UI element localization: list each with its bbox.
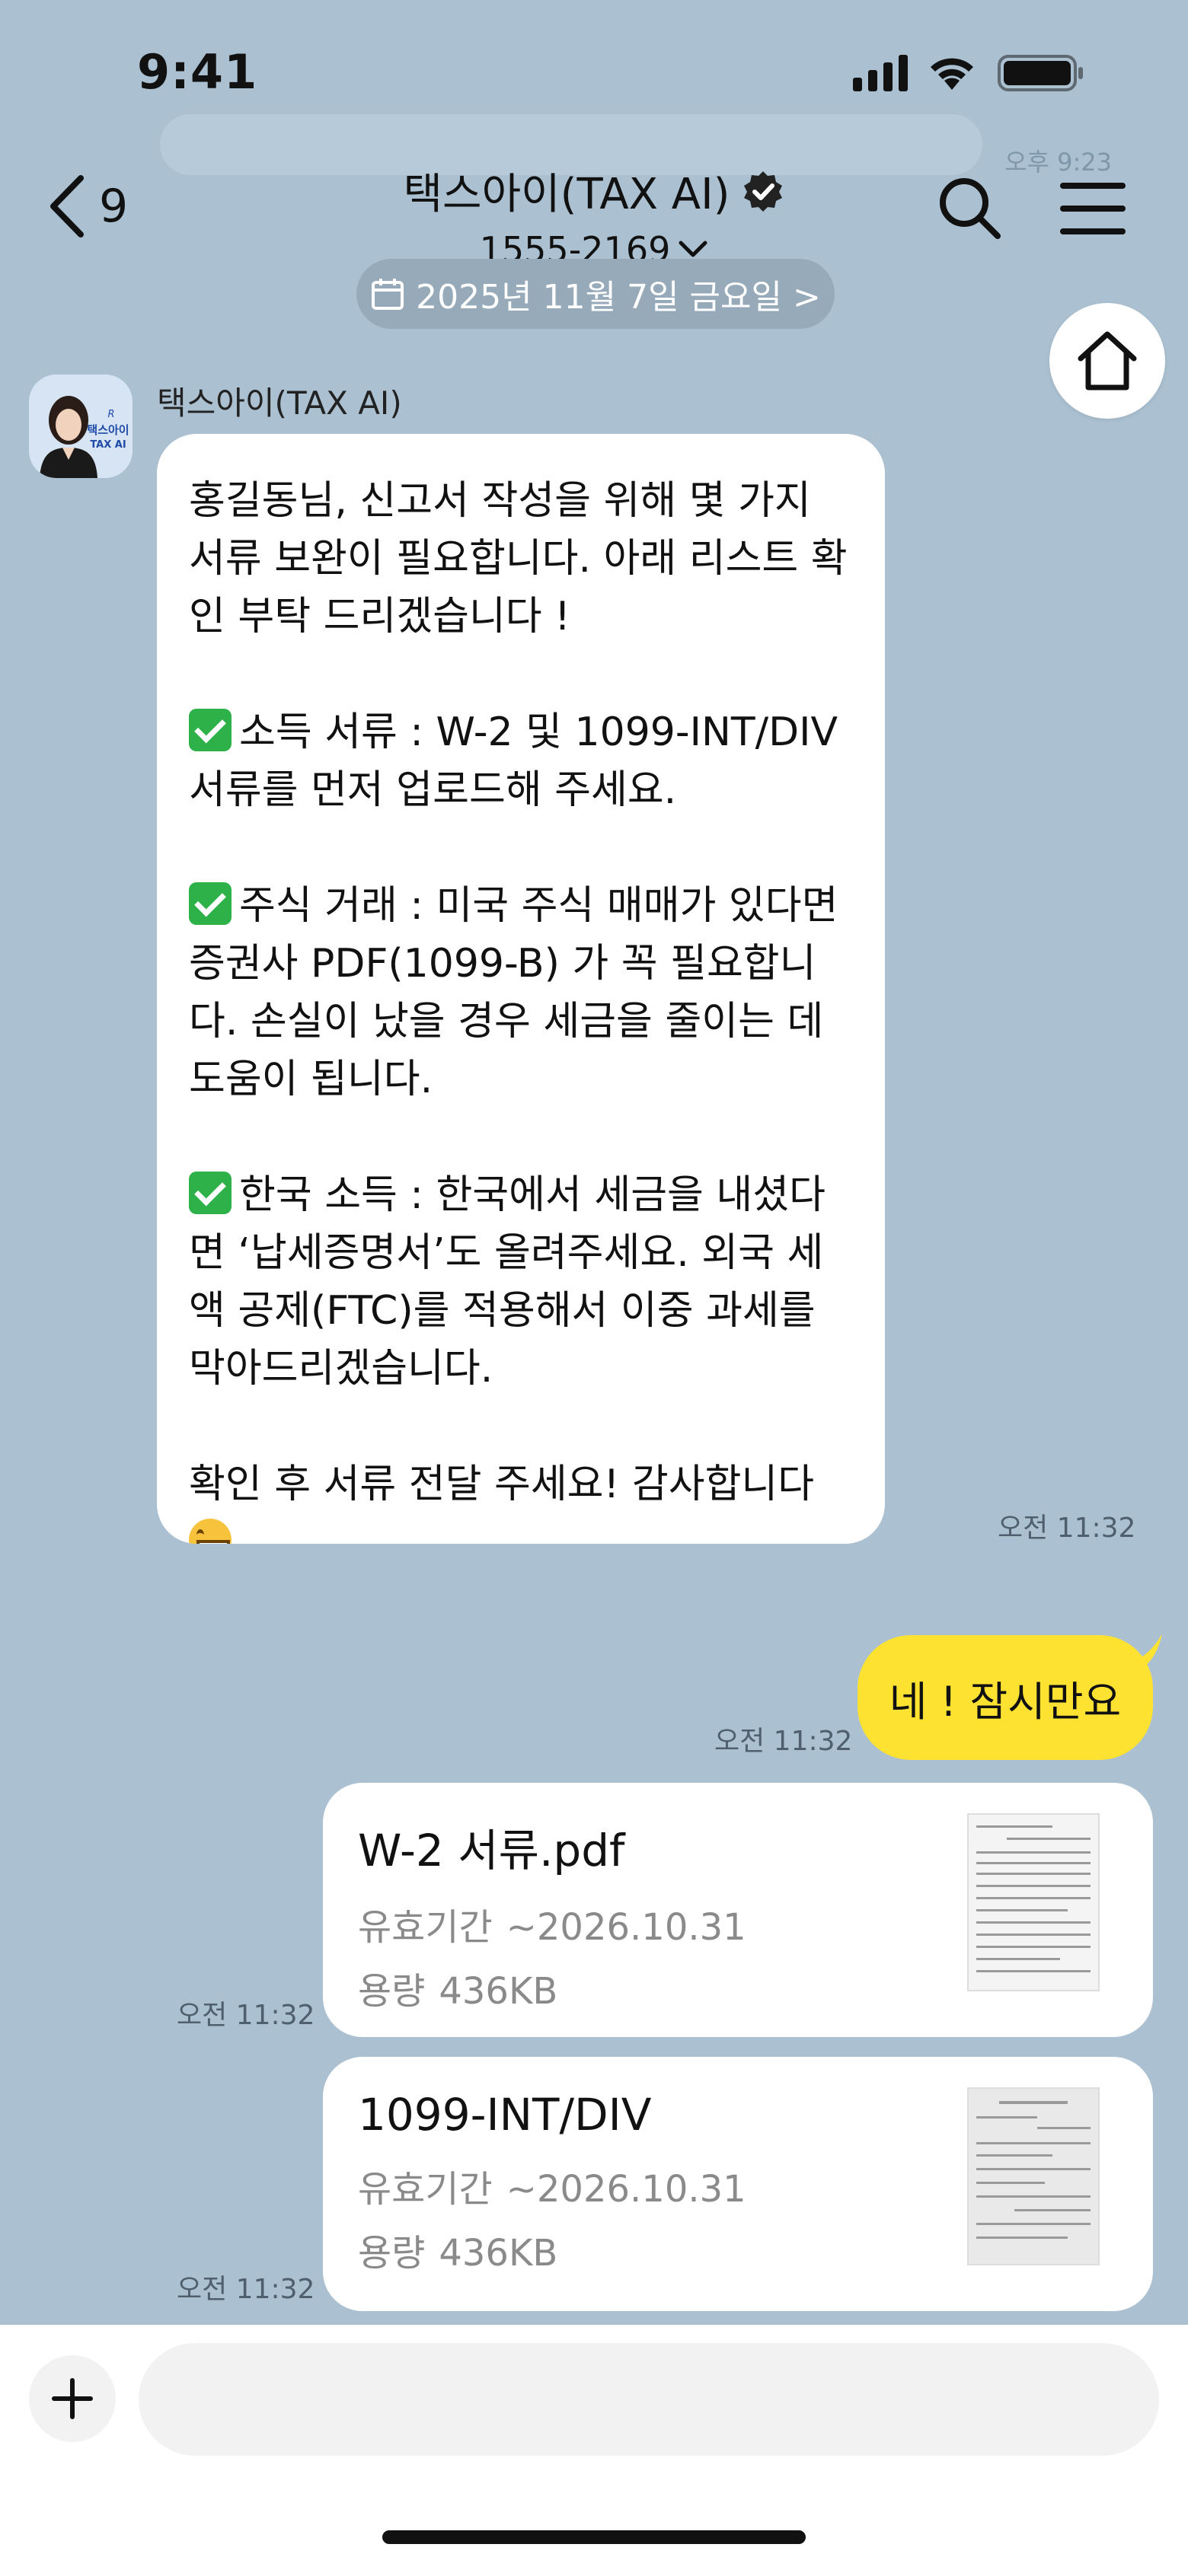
chat-title[interactable]: 택스아이(TAX AI) [404,160,785,222]
file-card[interactable]: W-2 서류.pdf 유효기간 ~2026.10.31 용량 436KB [323,1783,1153,2037]
bot-message-bubble: 홍길동님, 신고서 작성을 위해 몇 가지 서류 보완이 필요합니다. 아래 리… [157,434,885,1544]
file-expiry-label: 유효기간 [358,1906,493,1949]
avatar[interactable]: R 택스아이 TAX AI [29,375,133,478]
file-message-time: 오전 11:32 [177,2000,315,2031]
file-expiry-value: ~2026.10.31 [506,2168,746,2211]
user-message-text: 네 ! 잠시만요 [889,1677,1122,1726]
message-item-income: 소득 서류 : W-2 및 1099-INT/DIV 서류를 먼저 업로드해 주… [189,709,851,813]
file-size-label: 용량 [358,2232,426,2275]
search-button[interactable] [935,174,1005,247]
signal-icon [853,55,908,91]
chat-header: 택스아이(TAX AI) 1555-2169 [0,160,1188,270]
search-icon [940,178,1001,239]
home-button[interactable] [1049,303,1165,419]
menu-button[interactable] [1059,180,1127,241]
calendar-icon [372,279,404,310]
message-item-stock: 주식 거래 : 미국 주식 매매가 있다면 증권사 PDF(1099-B) 가 … [189,883,851,1102]
message-intro: 홍길동님, 신고서 작성을 위해 몇 가지 서류 보완이 필요합니다. 아래 리… [189,478,848,639]
svg-text:택스아이: 택스아이 [87,423,129,437]
sender-name: 택스아이(TAX AI) [157,384,402,422]
wifi-icon [931,58,973,90]
status-icons [853,52,1127,100]
status-time: 9:41 [137,44,258,100]
chevron-down-icon [679,241,707,257]
message-item-korea: 한국 소득 : 한국에서 세금을 내셨다면 ‘납세증명서’도 올려주세요. 외국… [189,1172,829,1392]
file-size-value: 436KB [439,1970,558,2013]
grinning-emoji-icon [189,1519,232,1544]
home-indicator [382,2530,806,2544]
file-size-label: 용량 [358,1970,426,2013]
message-outro: 확인 후 서류 전달 주세요! 감사합니다 [189,1462,815,1507]
file-expiry-label: 유효기간 [358,2168,493,2211]
message-input[interactable] [139,2343,1159,2456]
attach-button[interactable] [29,2355,116,2442]
plus-icon [52,2378,93,2419]
svg-text:R: R [107,409,114,420]
bot-message-time: 오전 11:32 [998,1513,1136,1544]
date-text: 2025년 11월 7일 금요일 > [416,278,821,317]
home-icon [1078,331,1137,391]
check-mark-icon [189,882,232,925]
battery-icon [998,55,1083,91]
file-thumbnail [967,1813,1100,1991]
hamburger-menu-icon [1060,183,1126,234]
file-expiry-value: ~2026.10.31 [506,1906,746,1949]
user-message-time: 오전 11:32 [714,1726,853,1757]
verified-badge-icon [744,171,783,212]
check-mark-icon [189,709,232,751]
file-message-time: 오전 11:32 [177,2274,315,2305]
chat-title-text: 택스아이(TAX AI) [403,170,730,219]
file-size-value: 436KB [439,2232,558,2275]
date-divider: 2025년 11월 7일 금요일 > [356,259,835,329]
file-thumbnail [967,2087,1100,2265]
user-message-bubble: 네 ! 잠시만요 [857,1635,1153,1760]
check-mark-icon [189,1172,232,1214]
file-card[interactable]: 1099-INT/DIV 유효기간 ~2026.10.31 용량 436KB [323,2057,1153,2311]
svg-text:TAX AI: TAX AI [90,439,126,451]
